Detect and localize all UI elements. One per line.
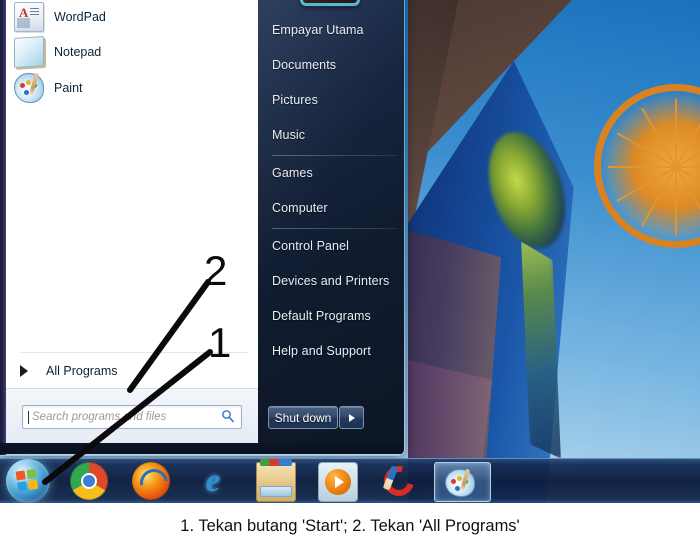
start-menu-item-label: Games [272, 165, 313, 180]
start-menu-item-games[interactable]: Games [272, 161, 398, 184]
search-placeholder: Search programs and files [32, 411, 167, 423]
shut-down-label: Shut down [274, 410, 332, 425]
start-menu-item-music[interactable]: Music [272, 123, 398, 146]
start-menu-item-label: Music [272, 127, 306, 142]
start-menu-item-wordpad[interactable]: WordPad [14, 0, 244, 34]
start-menu-item-empayar-utama[interactable]: Empayar Utama [272, 18, 398, 41]
annotation-number-2: 2 [204, 247, 228, 294]
start-menu-item-default-programs[interactable]: Default Programs [272, 304, 398, 327]
start-menu-item-control-panel[interactable]: Control Panel [272, 234, 398, 257]
caption-bar: 1. Tekan butang 'Start'; 2. Tekan 'All P… [0, 503, 700, 550]
shut-down-options-button[interactable] [339, 406, 364, 429]
start-menu-item-label: Default Programs [272, 308, 371, 323]
taskbar-item-windows-explorer[interactable] [256, 459, 296, 502]
text-caret [28, 410, 29, 424]
start-menu-item-label: Computer [272, 200, 328, 215]
start-menu-bottom-edge [0, 443, 404, 454]
screen: WordPad Notepad Paint All Programs Searc… [0, 0, 700, 550]
taskbar-item-chrome[interactable] [70, 462, 108, 500]
start-menu-item-paint[interactable]: Paint [14, 71, 244, 105]
wordpad-icon [14, 2, 44, 32]
start-menu-item-label: WordPad [54, 10, 106, 24]
all-programs-label: All Programs [46, 364, 118, 378]
caption-text: 1. Tekan butang 'Start'; 2. Tekan 'All P… [180, 517, 520, 535]
paint-icon [445, 468, 475, 497]
taskbar-window-paint[interactable] [434, 462, 491, 502]
windows-logo-icon [15, 468, 41, 494]
media-player-icon [325, 469, 351, 495]
start-menu[interactable]: WordPad Notepad Paint All Programs Searc… [0, 0, 405, 456]
start-menu-item-label: Help and Support [272, 343, 371, 358]
taskbar-item-internet-explorer[interactable]: e [194, 462, 232, 500]
start-menu-item-label: Devices and Printers [272, 273, 390, 288]
annotation-number-1: 1 [208, 319, 232, 366]
start-menu-item-label: Pictures [272, 92, 318, 107]
paint-icon [14, 72, 44, 103]
shut-down-button[interactable]: Shut down [268, 406, 338, 429]
taskbar-item-ccleaner[interactable] [378, 460, 420, 502]
start-orb[interactable] [6, 459, 50, 503]
start-menu-item-label: Control Panel [272, 238, 350, 253]
start-menu-right-separator [272, 228, 396, 229]
start-menu-item-label: Notepad [54, 45, 102, 59]
start-menu-item-documents[interactable]: Documents [272, 53, 398, 76]
internet-explorer-icon: e [205, 462, 221, 499]
taskbar-item-firefox[interactable] [132, 462, 170, 500]
start-menu-item-devices-and-printers[interactable]: Devices and Printers [272, 269, 398, 292]
start-menu-item-label: Documents [272, 57, 337, 72]
folder-tabs-icon [260, 459, 292, 466]
notepad-icon [14, 35, 44, 69]
folder-band-icon [260, 486, 292, 497]
start-menu-item-label: Empayar Utama [272, 22, 364, 37]
chevron-right-icon [20, 365, 28, 377]
search-icon[interactable] [221, 409, 235, 423]
taskbar-item-windows-media-player[interactable] [318, 462, 358, 502]
start-menu-item-help-and-support[interactable]: Help and Support [272, 339, 398, 362]
start-menu-item-label: Paint [54, 81, 83, 95]
start-menu-right-separator [272, 155, 396, 156]
start-menu-item-pictures[interactable]: Pictures [272, 88, 398, 111]
start-menu-item-computer[interactable]: Computer [272, 196, 398, 219]
triangle-right-icon [348, 413, 355, 422]
search-input[interactable]: Search programs and files [22, 405, 242, 429]
start-menu-item-notepad[interactable]: Notepad [14, 35, 244, 69]
avatar[interactable] [300, 0, 360, 6]
